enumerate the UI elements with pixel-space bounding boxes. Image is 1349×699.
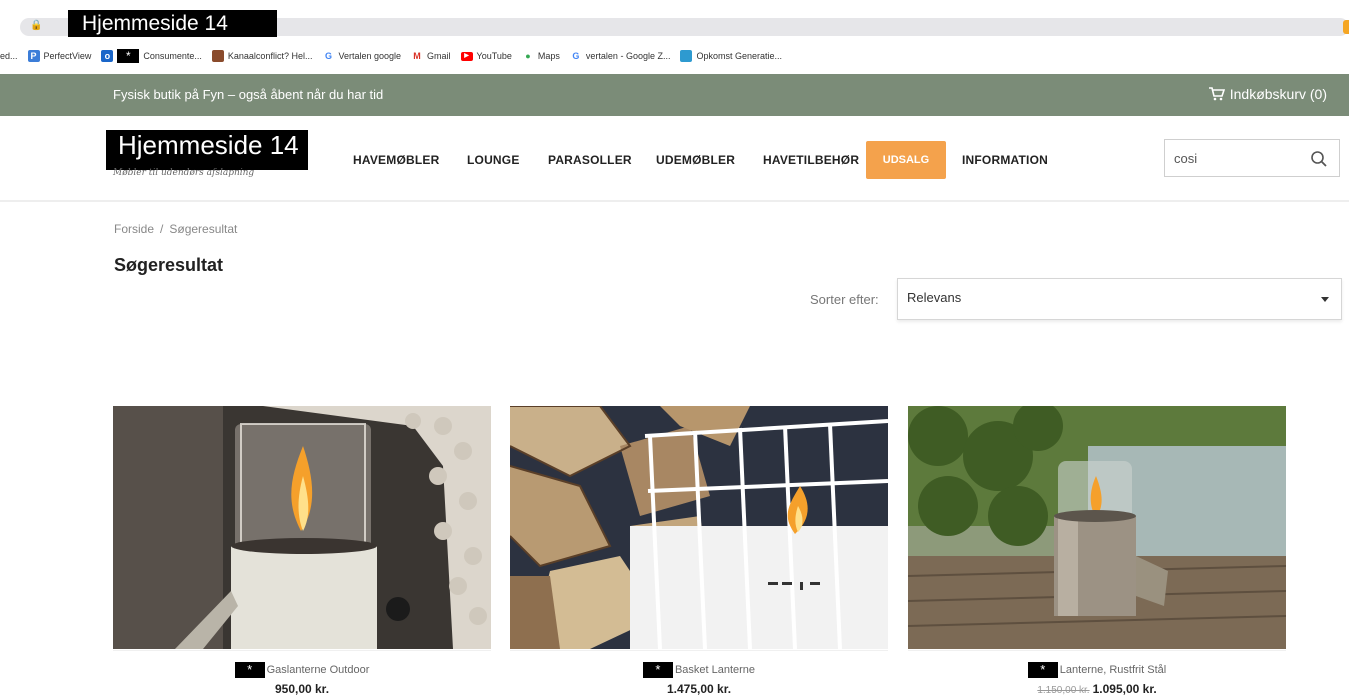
breadcrumb-current: Søgeresultat	[169, 222, 238, 236]
bookmarks-bar: ed... P PerfectView o * Consumente... Kanaa…	[0, 44, 1349, 68]
product-name[interactable]: * Lanterne, Rustfrit Stål	[908, 662, 1286, 678]
product-price: 1.150,00 kr. 1.095,00 kr.	[908, 682, 1286, 696]
steel-lantern-photo	[908, 406, 1286, 649]
cart-label: Indkøbskurv (0)	[1229, 86, 1327, 102]
product-image-gas-lantern[interactable]	[113, 406, 491, 649]
product-price: 1.475,00 kr.	[666, 682, 732, 696]
browser-profile-icon[interactable]	[1343, 20, 1349, 34]
nav-havetilbehor[interactable]: HAVETILBEHØR	[763, 153, 859, 167]
cart-link[interactable]: Indkøbskurv (0)	[1208, 86, 1327, 102]
product-image-basket-lantern[interactable]	[510, 406, 888, 649]
cart-icon	[1208, 87, 1225, 101]
product-name[interactable]: * Gaslanterne Outdoor	[113, 662, 491, 678]
redaction-mark: *	[117, 49, 140, 63]
logo-subtitle: Møbler til udendørs afslapning	[113, 168, 255, 178]
bookmark-item[interactable]: Opkomst Generatie...	[680, 50, 782, 62]
breadcrumb-separator: /	[160, 222, 164, 236]
top-info-bar: Fysisk butik på Fyn – også åbent når du …	[0, 74, 1349, 116]
bookmark-item[interactable]: Gvertalen - Google Z...	[570, 50, 670, 62]
product-price: 950,00 kr.	[274, 682, 330, 696]
bookmark-item[interactable]: ● Maps	[522, 50, 560, 62]
site-header: Hjemmeside 14 Møbler til udendørs afslap…	[0, 116, 1349, 202]
card-divider	[510, 650, 888, 651]
page-title: Søgeresultat	[114, 255, 224, 275]
google-icon: G	[572, 51, 580, 61]
bookmark-square-icon	[680, 50, 693, 62]
product-image-steel-lantern[interactable]	[908, 406, 1286, 649]
tab-title: Hjemmeside 14	[68, 10, 277, 37]
sort-dropdown[interactable]: Relevans	[897, 278, 1342, 320]
nav-udsalg[interactable]: UDSALG	[866, 141, 946, 179]
bookmark-item[interactable]: ▶ YouTube	[460, 51, 512, 61]
search-icon[interactable]	[1310, 150, 1328, 168]
perfectview-icon: P	[27, 50, 40, 62]
store-tagline: Fysisk butik på Fyn – også åbent når du …	[113, 87, 384, 102]
bookmark-item[interactable]: Kanaalconflict? Hel...	[211, 50, 312, 62]
search-box	[1164, 139, 1340, 177]
bookmark-item[interactable]: G Vertalen google	[322, 50, 401, 62]
outlook-icon: o	[101, 50, 114, 62]
bookmark-item[interactable]: o * Consumente...	[101, 49, 202, 63]
browser-address-bar-area: 🔒 Hjemmeside 14	[0, 0, 1349, 40]
book-icon	[211, 50, 224, 62]
breadcrumb-home[interactable]: Forside	[114, 222, 154, 236]
google-icon: G	[324, 51, 332, 61]
bookmark-item[interactable]: P PerfectView	[27, 50, 91, 62]
maps-icon: ●	[525, 51, 531, 61]
nav-havemobler[interactable]: HAVEMØBLER	[353, 153, 439, 167]
sort-label: Sorter efter:	[810, 292, 879, 307]
sale-price: 1.095,00 kr.	[1092, 682, 1157, 696]
redaction-mark: *	[234, 662, 265, 678]
youtube-icon: ▶	[460, 51, 473, 61]
bookmark-item[interactable]: M Gmail	[411, 50, 450, 62]
card-divider	[113, 650, 491, 651]
old-price: 1.150,00 kr.	[1037, 685, 1090, 696]
card-divider	[908, 650, 1286, 651]
search-input[interactable]	[1174, 149, 1294, 167]
site-logo[interactable]: Hjemmeside 14	[106, 130, 308, 170]
nav-parasoller[interactable]: PARASOLLER	[548, 153, 632, 167]
nav-udemobler[interactable]: UDEMØBLER	[656, 153, 735, 167]
chevron-down-icon	[1321, 297, 1329, 302]
nav-information[interactable]: INFORMATION	[962, 153, 1048, 167]
breadcrumb: Forside / Søgeresultat	[114, 222, 237, 236]
bookmark-item[interactable]: ed...	[0, 51, 18, 61]
gmail-icon: M	[413, 51, 421, 61]
sort-value: Relevans	[907, 290, 962, 305]
product-name[interactable]: * Basket Lanterne	[510, 662, 888, 678]
basket-lantern-photo	[510, 406, 888, 649]
nav-lounge[interactable]: LOUNGE	[467, 153, 520, 167]
lock-icon: 🔒	[30, 20, 43, 31]
redaction-mark: *	[642, 662, 673, 678]
redaction-mark: *	[1027, 662, 1058, 678]
gas-lantern-photo	[113, 406, 491, 649]
